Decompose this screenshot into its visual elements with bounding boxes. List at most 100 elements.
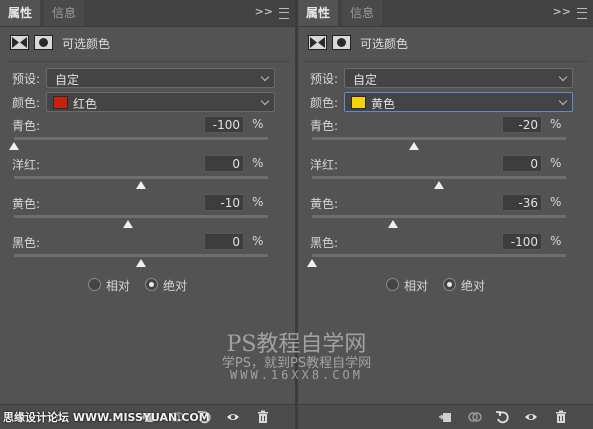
color-swatch — [53, 96, 68, 109]
reset-icon[interactable] — [495, 410, 509, 424]
magenta-slider: 洋红: 0 % — [310, 155, 566, 196]
yellow-slider: 黄色: -36 % — [310, 194, 566, 235]
slider-thumb[interactable] — [123, 220, 134, 228]
slider-thumb[interactable] — [9, 142, 19, 150]
cyan-label: 青色: — [12, 119, 41, 133]
radio-dot[interactable] — [145, 278, 158, 291]
colors-select[interactable]: 黄色 — [344, 92, 573, 112]
slider-thumb[interactable] — [307, 259, 317, 267]
watermark-url: WWW.16XX8.COM — [230, 368, 363, 382]
layer-mask-icon[interactable] — [34, 35, 53, 50]
relative-label: 相对 — [106, 279, 131, 293]
header-divider — [6, 61, 289, 62]
slider-track[interactable] — [312, 137, 566, 140]
corner-watermark: 思缘设计论坛 WWW.MISSYUAN.COM — [3, 411, 210, 424]
percent-label: % — [550, 117, 562, 131]
radio-dot[interactable] — [386, 278, 399, 291]
adjustment-layer-icon — [308, 35, 327, 50]
slider-track[interactable] — [312, 176, 566, 179]
trash-icon[interactable] — [256, 410, 270, 424]
adjustment-title: 可选颜色 — [360, 37, 409, 51]
yellow-input[interactable]: -10 — [204, 194, 244, 211]
percent-label: % — [252, 117, 264, 131]
adjustment-title: 可选颜色 — [62, 37, 111, 51]
colors-value: 黄色 — [371, 97, 396, 111]
percent-label: % — [252, 195, 264, 209]
colors-label: 颜色: — [310, 96, 339, 110]
black-input[interactable]: 0 — [204, 233, 244, 250]
tab-info[interactable]: 信息 — [44, 0, 85, 26]
slider-thumb[interactable] — [408, 142, 419, 150]
cyan-slider: 青色: -100 % — [9, 116, 268, 157]
panel-tab-bar: 属性 信息 >> — [298, 0, 593, 27]
trash-icon[interactable] — [554, 410, 568, 424]
visibility-eye-icon[interactable] — [226, 410, 240, 424]
chevron-down-icon — [260, 72, 270, 82]
yellow-input[interactable]: -36 — [502, 194, 542, 211]
tab-properties[interactable]: 属性 — [298, 0, 339, 26]
layer-mask-icon[interactable] — [332, 35, 351, 50]
slider-track[interactable] — [14, 254, 268, 257]
slider-track[interactable] — [312, 215, 566, 218]
black-slider: 黑色: 0 % — [12, 233, 268, 274]
cyan-input[interactable]: -100 — [204, 116, 244, 133]
tab-properties[interactable]: 属性 — [0, 0, 41, 26]
color-swatch — [351, 96, 366, 109]
cyan-label: 青色: — [310, 119, 339, 133]
preset-label: 预设: — [310, 72, 339, 86]
preset-select[interactable]: 自定 — [344, 68, 573, 88]
radio-dot[interactable] — [443, 278, 456, 291]
slider-thumb[interactable] — [136, 181, 146, 189]
chevron-down-icon — [260, 96, 270, 106]
collapse-panel-icon[interactable]: >> — [255, 5, 273, 18]
magenta-label: 洋红: — [12, 158, 41, 172]
header-divider — [304, 61, 587, 62]
slider-track[interactable] — [312, 254, 566, 257]
slider-track[interactable] — [14, 137, 268, 140]
preset-value: 自定 — [55, 73, 80, 87]
clip-to-layer-icon[interactable] — [438, 410, 452, 424]
relative-label: 相对 — [404, 279, 429, 293]
percent-label: % — [550, 234, 562, 248]
panel-menu-icon[interactable] — [577, 8, 587, 19]
panel-bottom-bar — [298, 404, 593, 429]
chevron-down-icon — [558, 96, 568, 106]
preset-select[interactable]: 自定 — [46, 68, 275, 88]
black-slider: 黑色: -100 % — [307, 233, 566, 274]
visibility-eye-icon[interactable] — [524, 410, 538, 424]
black-label: 黑色: — [310, 236, 339, 250]
panel-tab-bar: 属性 信息 >> — [0, 0, 295, 27]
preset-value: 自定 — [353, 73, 378, 87]
radio-dot[interactable] — [88, 278, 101, 291]
percent-label: % — [550, 156, 562, 170]
chevron-down-icon — [558, 72, 568, 82]
colors-value: 红色 — [73, 97, 98, 111]
yellow-slider: 黄色: -10 % — [12, 194, 268, 235]
preset-label: 预设: — [12, 72, 41, 86]
view-previous-state-icon[interactable] — [468, 410, 482, 424]
percent-label: % — [550, 195, 562, 209]
colors-select[interactable]: 红色 — [46, 92, 275, 112]
percent-label: % — [252, 156, 264, 170]
slider-track[interactable] — [14, 176, 268, 179]
slider-thumb[interactable] — [136, 259, 146, 267]
adjustment-layer-icon — [10, 35, 29, 50]
slider-track[interactable] — [14, 215, 268, 218]
yellow-label: 黄色: — [310, 197, 339, 211]
black-input[interactable]: -100 — [502, 233, 542, 250]
cyan-slider: 青色: -20 % — [310, 116, 566, 157]
magenta-input[interactable]: 0 — [502, 155, 542, 172]
absolute-label: 绝对 — [163, 279, 188, 293]
tab-info[interactable]: 信息 — [342, 0, 383, 26]
panel-menu-icon[interactable] — [279, 8, 289, 19]
black-label: 黑色: — [12, 236, 41, 250]
cyan-input[interactable]: -20 — [502, 116, 542, 133]
colors-label: 颜色: — [12, 96, 41, 110]
slider-thumb[interactable] — [388, 220, 399, 228]
percent-label: % — [252, 234, 264, 248]
magenta-slider: 洋红: 0 % — [12, 155, 268, 196]
collapse-panel-icon[interactable]: >> — [553, 5, 571, 18]
magenta-input[interactable]: 0 — [204, 155, 244, 172]
slider-thumb[interactable] — [434, 181, 444, 189]
magenta-label: 洋红: — [310, 158, 339, 172]
